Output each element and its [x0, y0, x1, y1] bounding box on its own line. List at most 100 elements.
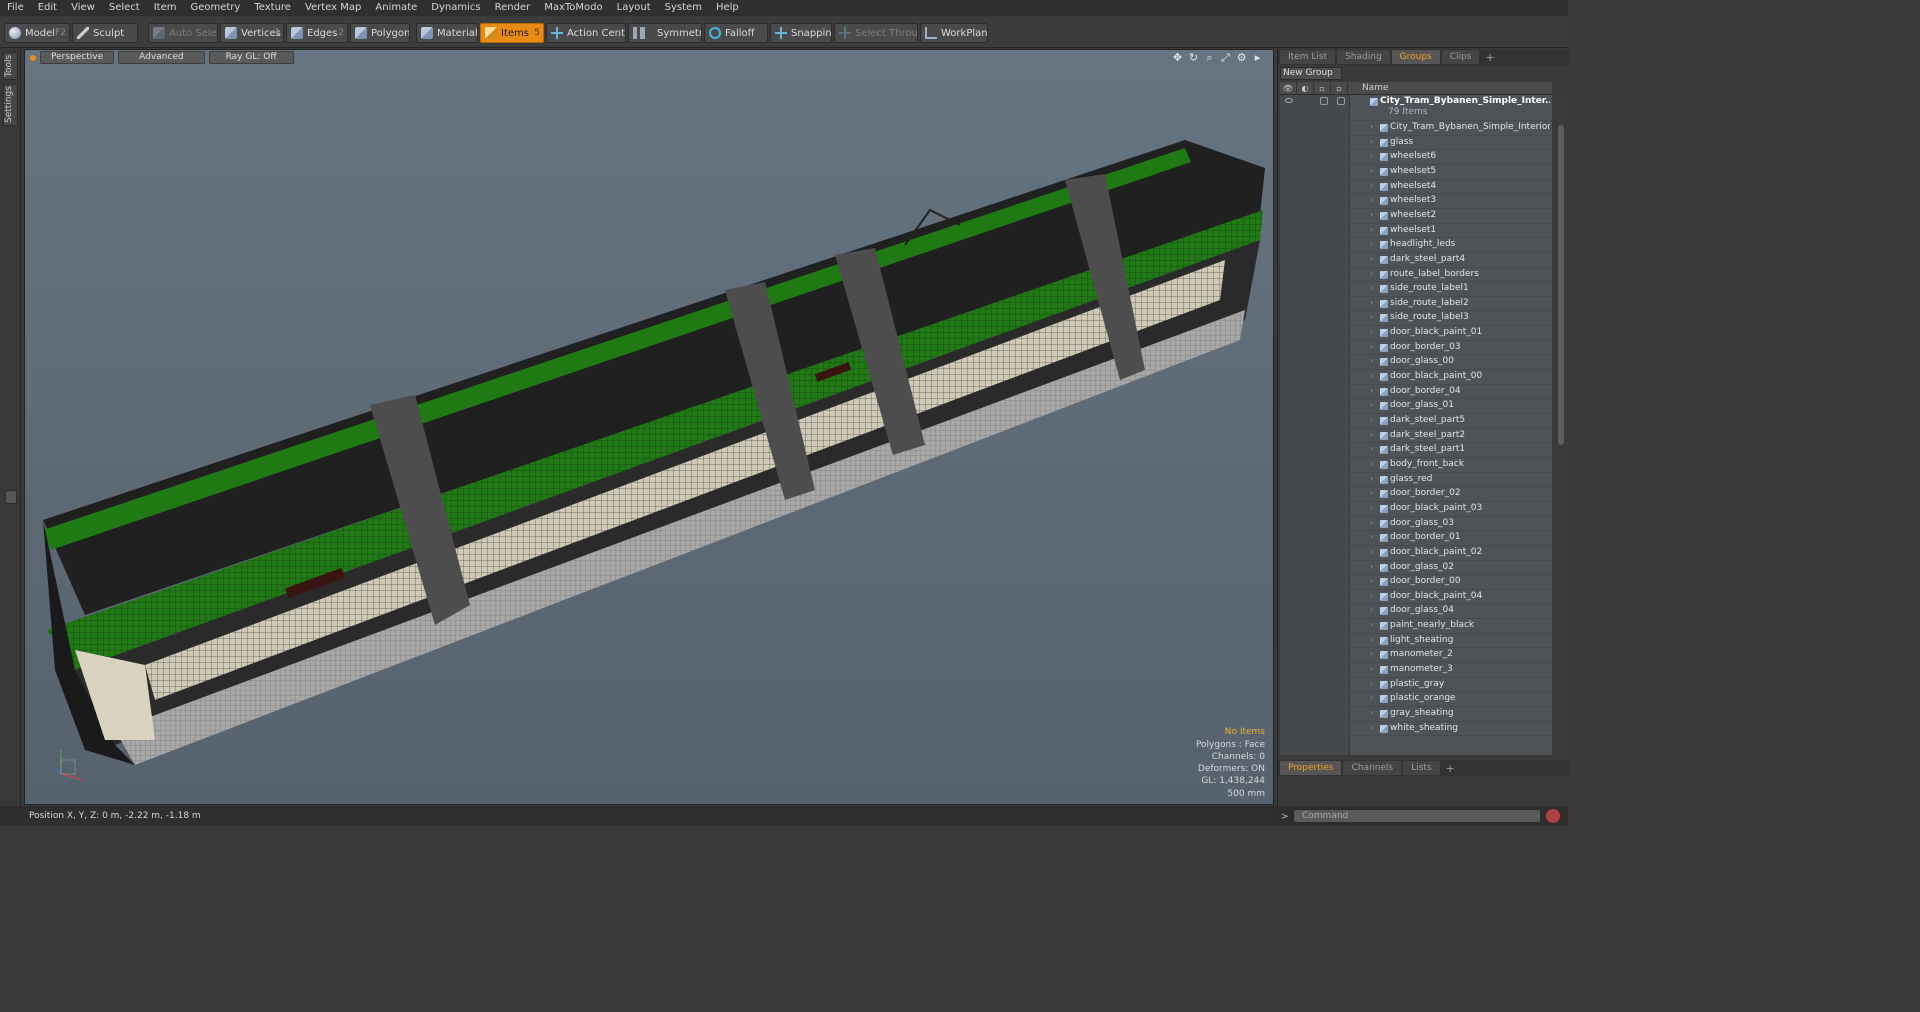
- menu-maxtomodo[interactable]: MaxToModo: [537, 0, 609, 16]
- tree-item-row[interactable]: › headlight_leds: [1280, 238, 1552, 253]
- tree-item-row[interactable]: › door_glass_04: [1280, 604, 1552, 620]
- settings-tab[interactable]: Settings: [3, 84, 18, 126]
- expand-icon[interactable]: ›: [1370, 166, 1373, 175]
- expand-icon[interactable]: ›: [1370, 576, 1373, 585]
- tree-item-row[interactable]: › door_glass_03: [1280, 517, 1552, 532]
- expand-icon[interactable]: ›: [1370, 444, 1373, 453]
- tree-item-row[interactable]: › door_border_00: [1280, 575, 1552, 590]
- raygl-toggle[interactable]: Ray GL: Off: [208, 51, 294, 64]
- tree-item-row[interactable]: › side_route_label1: [1280, 282, 1552, 297]
- menu-dynamics[interactable]: Dynamics: [424, 0, 487, 16]
- menu-view[interactable]: View: [64, 0, 102, 16]
- tree-item-row[interactable]: › dark_steel_part4: [1280, 253, 1552, 268]
- tab-shading[interactable]: Shading: [1337, 50, 1390, 64]
- tree-item-row[interactable]: › manometer_3: [1280, 663, 1552, 678]
- action-center-button[interactable]: Action Center: [546, 23, 626, 43]
- menu-file[interactable]: File: [0, 0, 31, 16]
- expand-icon[interactable]: ›: [1370, 122, 1373, 131]
- viewport-menu-icon[interactable]: [30, 54, 36, 61]
- falloff-button[interactable]: Falloff: [704, 23, 768, 43]
- tree-item-row[interactable]: › plastic_gray: [1280, 678, 1552, 693]
- symmetry-button[interactable]: Symmetry: [628, 23, 702, 43]
- tree-item-row[interactable]: › dark_steel_part1: [1280, 443, 1552, 458]
- expand-icon[interactable]: ›: [1370, 269, 1373, 278]
- new-group-button[interactable]: New Group: [1280, 67, 1342, 80]
- tree-item-row[interactable]: › door_border_03: [1280, 341, 1552, 356]
- expand-icon[interactable]: ›: [1370, 605, 1373, 614]
- gear-icon[interactable]: ⚙: [1236, 52, 1247, 63]
- model-mode-button[interactable]: Model F2: [4, 23, 70, 43]
- tree-item-row[interactable]: › wheelset4: [1280, 180, 1552, 195]
- expand-icon[interactable]: ›: [1370, 283, 1373, 292]
- expand-icon[interactable]: ›: [1370, 342, 1373, 351]
- tab-lists[interactable]: Lists: [1403, 761, 1440, 775]
- tree-item-row[interactable]: › side_route_label3: [1280, 311, 1552, 327]
- menu-select[interactable]: Select: [102, 0, 147, 16]
- expand-icon[interactable]: ›: [1370, 225, 1373, 234]
- tree-item-row[interactable]: › door_black_paint_04: [1280, 590, 1552, 605]
- tree-item-row[interactable]: › dark_steel_part5: [1280, 414, 1552, 429]
- expand-icon[interactable]: ›: [1370, 562, 1373, 571]
- expand-icon[interactable]: ›: [1370, 723, 1373, 732]
- select-checkbox[interactable]: [1337, 97, 1345, 105]
- maximize-icon[interactable]: ⤢: [1220, 52, 1231, 63]
- expand-icon[interactable]: ›: [1370, 620, 1373, 629]
- expand-icon[interactable]: ›: [1370, 488, 1373, 497]
- tree-item-row[interactable]: › door_black_paint_01: [1280, 326, 1552, 341]
- tree-item-row[interactable]: › wheelset5: [1280, 165, 1552, 180]
- menu-system[interactable]: System: [658, 0, 709, 16]
- shading-dropdown[interactable]: Advanced: [118, 51, 205, 64]
- rotate-icon[interactable]: ↻: [1188, 52, 1199, 63]
- workplane-button[interactable]: WorkPlane: [920, 23, 988, 43]
- select-through-button[interactable]: Select Through: [834, 23, 918, 43]
- tree-item-row[interactable]: › white_sheating: [1280, 722, 1552, 737]
- tab-channels[interactable]: Channels: [1343, 761, 1402, 775]
- tree-item-row[interactable]: › wheelset2: [1280, 209, 1552, 224]
- expand-arrow-icon[interactable]: ▸: [1252, 52, 1263, 63]
- menu-item[interactable]: Item: [147, 0, 184, 16]
- sculpt-mode-button[interactable]: Sculpt: [72, 23, 138, 43]
- tree-item-row[interactable]: › door_glass_01: [1280, 399, 1552, 415]
- vertices-mode-button[interactable]: Vertices 1: [220, 23, 284, 43]
- expand-icon[interactable]: ›: [1370, 400, 1373, 409]
- add-tab-icon[interactable]: +: [1485, 51, 1494, 64]
- tree-item-row[interactable]: › dark_steel_part2: [1280, 429, 1552, 444]
- expand-icon[interactable]: ›: [1370, 693, 1373, 702]
- menu-render[interactable]: Render: [488, 0, 538, 16]
- group-root-row[interactable]: City_Tram_Bybanen_Simple_Inter... 79 Item…: [1280, 95, 1552, 121]
- expand-icon[interactable]: ›: [1370, 254, 1373, 263]
- expand-icon[interactable]: ›: [1370, 137, 1373, 146]
- tree-item-row[interactable]: › plastic_orange: [1280, 692, 1552, 708]
- expand-icon[interactable]: ›: [1370, 708, 1373, 717]
- expand-icon[interactable]: ›: [1370, 239, 1373, 248]
- add-tab-icon[interactable]: +: [1446, 762, 1455, 775]
- tree-item-row[interactable]: › door_border_04: [1280, 385, 1552, 400]
- expand-icon[interactable]: ›: [1370, 679, 1373, 688]
- tree-item-row[interactable]: › door_glass_02: [1280, 561, 1552, 576]
- expand-icon[interactable]: ›: [1370, 356, 1373, 365]
- tab-clips[interactable]: Clips: [1441, 50, 1480, 64]
- record-icon[interactable]: [1546, 809, 1560, 823]
- tree-item-row[interactable]: › manometer_2: [1280, 648, 1552, 664]
- tree-item-row[interactable]: › door_black_paint_00: [1280, 370, 1552, 385]
- tree-item-row[interactable]: › side_route_label2: [1280, 297, 1552, 312]
- tree-item-row[interactable]: › door_border_01: [1280, 531, 1552, 546]
- tree-item-row[interactable]: › door_border_02: [1280, 487, 1552, 502]
- menu-vertex-map[interactable]: Vertex Map: [298, 0, 368, 16]
- expand-icon[interactable]: ›: [1370, 181, 1373, 190]
- expand-icon[interactable]: ›: [1370, 591, 1373, 600]
- expand-icon[interactable]: ›: [1370, 635, 1373, 644]
- expand-icon[interactable]: ›: [1370, 371, 1373, 380]
- expand-icon[interactable]: ›: [1370, 430, 1373, 439]
- expand-icon[interactable]: ›: [1370, 415, 1373, 424]
- tree-item-row[interactable]: › light_sheating: [1280, 634, 1552, 649]
- tree-item-row[interactable]: › body_front_back: [1280, 458, 1552, 473]
- expand-icon[interactable]: ›: [1370, 547, 1373, 556]
- tree-item-row[interactable]: › route_label_borders: [1280, 268, 1552, 283]
- expand-icon[interactable]: ›: [1370, 518, 1373, 527]
- tree-item-row[interactable]: › wheelset6: [1280, 150, 1552, 165]
- menu-layout[interactable]: Layout: [610, 0, 658, 16]
- expand-icon[interactable]: ›: [1370, 151, 1373, 160]
- tree-item-row[interactable]: › wheelset1: [1280, 224, 1552, 239]
- name-column-header[interactable]: Name: [1362, 83, 1389, 93]
